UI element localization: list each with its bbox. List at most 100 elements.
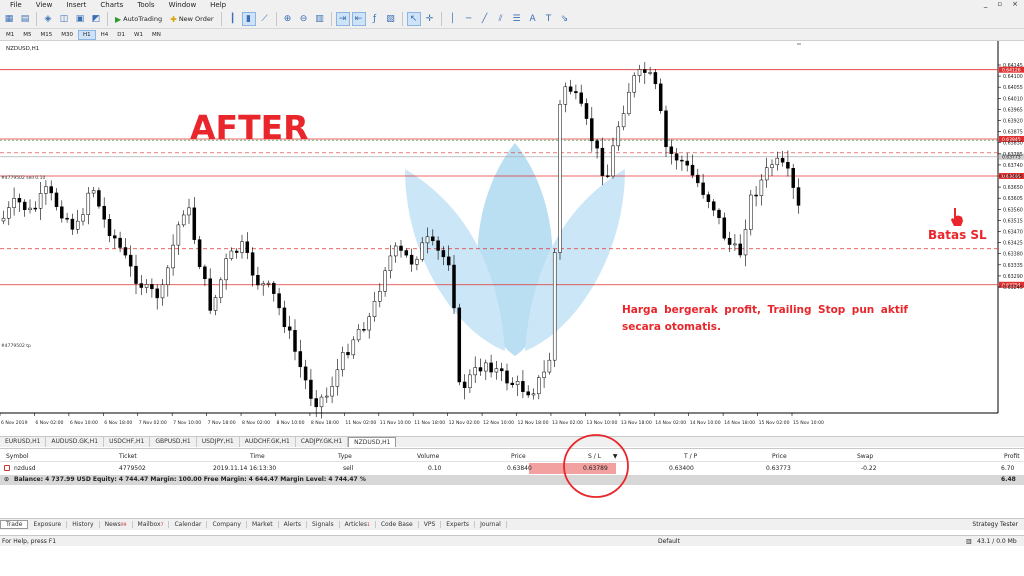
- minimize-icon[interactable]: _: [984, 0, 988, 8]
- candle-bear: [298, 351, 303, 368]
- candle-bear: [54, 192, 59, 207]
- strategy-tester-button[interactable]: Strategy Tester: [972, 521, 1018, 528]
- tab-articles[interactable]: Articles1: [340, 521, 376, 528]
- candle-bull: [367, 316, 371, 331]
- tab-eurusd[interactable]: EURUSD,H1: [0, 437, 47, 447]
- menu-item-window[interactable]: Window: [169, 1, 197, 9]
- tf-h4[interactable]: H4: [97, 31, 113, 39]
- tab-usdjpy[interactable]: USDJPY,H1: [197, 437, 240, 447]
- tf-h1[interactable]: H1: [78, 29, 96, 40]
- navigator-icon[interactable]: ◫: [57, 12, 71, 26]
- horizontal-line-icon[interactable]: ─: [462, 12, 476, 26]
- candle-bear: [590, 118, 594, 142]
- tab-nzdusd[interactable]: NZDUSD,H1: [348, 437, 397, 447]
- candle-bear: [696, 174, 700, 184]
- col-profit[interactable]: Profit: [1004, 453, 1020, 460]
- col-price[interactable]: Price: [511, 453, 526, 460]
- col-volume[interactable]: Volume: [417, 453, 439, 460]
- tf-m1[interactable]: M1: [2, 31, 18, 39]
- tf-m5[interactable]: M5: [19, 31, 35, 39]
- text-tool-icon[interactable]: A: [526, 12, 540, 26]
- menu-item-charts[interactable]: Charts: [100, 1, 123, 9]
- col-sl[interactable]: S / L ▼: [588, 453, 618, 460]
- candle-bear: [754, 194, 758, 197]
- chart-window[interactable]: 0.64126 0.63845 0.63773 0.63695 0.63254 0.64…: [0, 41, 1024, 435]
- tab-cadjpy[interactable]: CADJPY.GK,H1: [296, 437, 349, 447]
- row-sl[interactable]: 0.63789: [583, 465, 608, 472]
- col-price-now[interactable]: Price: [772, 453, 787, 460]
- restore-icon[interactable]: ▫: [997, 0, 1002, 8]
- line-chart-icon[interactable]: ⟋: [258, 12, 272, 26]
- tab-audusd[interactable]: AUDUSD.GK,H1: [46, 437, 105, 447]
- tab-code-base[interactable]: Code Base: [376, 521, 419, 528]
- tab-experts[interactable]: Experts: [441, 521, 476, 528]
- tab-journal[interactable]: Journal: [475, 521, 507, 528]
- vertical-line-icon[interactable]: │: [446, 12, 460, 26]
- col-type[interactable]: Type: [338, 453, 352, 460]
- tab-exposure[interactable]: Exposure: [28, 521, 68, 528]
- tab-trade[interactable]: Trade: [0, 520, 29, 529]
- row-tp[interactable]: 0.63400: [669, 465, 694, 472]
- col-time[interactable]: Time: [250, 453, 265, 460]
- menu-item-file[interactable]: File: [10, 1, 22, 9]
- tile-windows-icon[interactable]: ▥: [313, 12, 327, 26]
- menu-item-view[interactable]: View: [36, 1, 53, 9]
- tab-mailbox[interactable]: Mailbox7: [133, 521, 170, 528]
- tab-vps[interactable]: VPS: [419, 521, 442, 528]
- chart-shift-icon[interactable]: ⇤: [351, 12, 366, 26]
- balance-icon: ⊙: [4, 476, 10, 483]
- tf-mn[interactable]: MN: [148, 31, 165, 39]
- candle-bear: [303, 366, 308, 381]
- price-label: 0.63425: [1003, 241, 1023, 247]
- tab-company[interactable]: Company: [207, 521, 247, 528]
- indicators-icon[interactable]: ƒ: [368, 12, 382, 26]
- equidistant-channel-icon[interactable]: ⫽: [494, 12, 508, 26]
- tab-gbpusd[interactable]: GBPUSD,H1: [150, 437, 197, 447]
- price-chart[interactable]: 0.641260.638450.637730.636950.63254 0.64…: [0, 41, 1024, 435]
- tab-market[interactable]: Market: [247, 521, 279, 528]
- tf-m30[interactable]: M30: [57, 31, 77, 39]
- auto-scroll-icon[interactable]: ⇥: [335, 12, 350, 26]
- tf-w1[interactable]: W1: [130, 31, 147, 39]
- tab-audchf[interactable]: AUDCHF.GK,H1: [240, 437, 296, 447]
- tf-m15[interactable]: M15: [37, 31, 57, 39]
- fibonacci-icon[interactable]: ☰: [510, 12, 524, 26]
- tab-alerts[interactable]: Alerts: [279, 521, 308, 528]
- templates-icon[interactable]: ▧: [384, 12, 398, 26]
- profiles-icon[interactable]: ▤: [18, 12, 32, 26]
- bar-chart-icon[interactable]: ┃: [226, 12, 240, 26]
- tab-usdchf[interactable]: USDCHF,H1: [104, 437, 151, 447]
- tab-news[interactable]: News99: [100, 521, 133, 528]
- col-tp[interactable]: T / P: [684, 453, 697, 460]
- text-label-icon[interactable]: T: [542, 12, 556, 26]
- tab-signals[interactable]: Signals: [307, 521, 340, 528]
- zoom-in-icon[interactable]: ⊕: [281, 12, 295, 26]
- crosshair-icon[interactable]: ✛: [423, 12, 437, 26]
- col-swap[interactable]: Swap: [857, 453, 873, 460]
- new-chart-icon[interactable]: ▦: [2, 12, 16, 26]
- terminal-icon[interactable]: ▣: [73, 12, 87, 26]
- tf-d1[interactable]: D1: [113, 31, 129, 39]
- menu-item-tools[interactable]: Tools: [137, 1, 154, 9]
- trade-row[interactable]: nzdusd 4779502 2019.11.14 16:13:30 sell …: [0, 464, 1024, 474]
- autotrading-icon: ▶: [115, 14, 122, 24]
- menu-item-insert[interactable]: Insert: [66, 1, 86, 9]
- autotrading-button[interactable]: ▶ AutoTrading: [112, 12, 165, 26]
- trendline-icon[interactable]: ╱: [478, 12, 492, 26]
- new-order-button[interactable]: ✚ New Order: [167, 12, 216, 26]
- col-symbol[interactable]: Symbol: [6, 453, 28, 460]
- zoom-out-icon[interactable]: ⊖: [297, 12, 311, 26]
- menu-item-help[interactable]: Help: [210, 1, 226, 9]
- close-icon[interactable]: ×: [1012, 0, 1018, 8]
- arrows-icon[interactable]: ⇘: [558, 12, 572, 26]
- tab-history[interactable]: History: [67, 521, 100, 528]
- candle-bear: [431, 236, 435, 241]
- tester-icon[interactable]: ◩: [89, 12, 103, 26]
- tab-calendar[interactable]: Calendar: [169, 521, 208, 528]
- candle-bull: [240, 241, 244, 253]
- candlestick-icon[interactable]: ▮: [241, 12, 256, 26]
- col-ticket[interactable]: Ticket: [119, 453, 137, 460]
- cursor-icon[interactable]: ↖: [406, 12, 421, 26]
- market-watch-icon[interactable]: ◈: [41, 12, 55, 26]
- candle-bear: [685, 160, 689, 166]
